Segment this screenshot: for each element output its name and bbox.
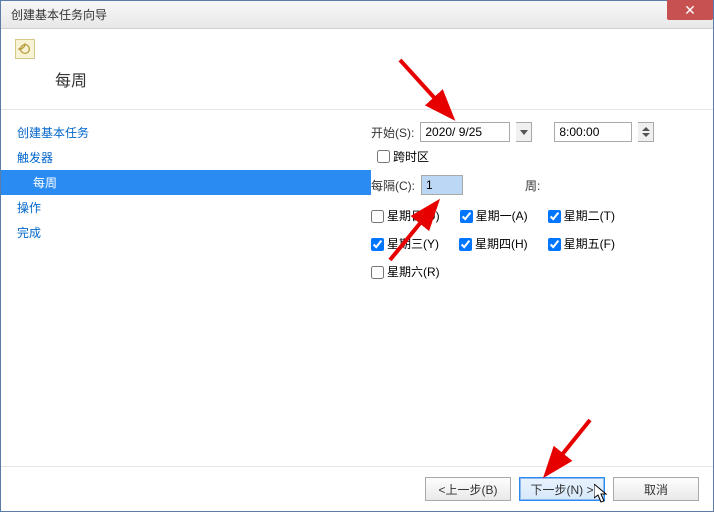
footer: <上一步(B) 下一步(N) > 取消 <box>1 466 713 511</box>
day-wed-label: 星期三(Y) <box>387 233 439 255</box>
day-sun-label: 星期日(U) <box>387 205 440 227</box>
wizard-window: 创建基本任务向导 ✕ 每周 创建基本任务 触发器 每周 操作 完成 开始(S):… <box>0 0 714 512</box>
sidebar-item-finish[interactable]: 完成 <box>1 220 371 245</box>
close-button[interactable]: ✕ <box>667 0 713 20</box>
sidebar-item-weekly[interactable]: 每周 <box>1 170 371 195</box>
start-label: 开始(S): <box>371 124 414 141</box>
content-pane: 开始(S): 2020/ 9/25 8:00:00 跨时区 每隔(C): 1 <box>371 110 713 466</box>
crosstz-label: 跨时区 <box>393 148 429 165</box>
day-wed-input[interactable] <box>371 238 384 251</box>
time-value: 8:00:00 <box>559 125 599 139</box>
interval-row: 每隔(C): 1 周: <box>371 175 699 195</box>
interval-label: 每隔(C): <box>371 177 415 194</box>
chevron-down-icon <box>520 130 528 135</box>
day-fri-label: 星期五(F) <box>564 233 615 255</box>
day-sat[interactable]: 星期六(R) <box>371 261 440 283</box>
crosstz-input[interactable] <box>377 150 390 163</box>
day-sun-input[interactable] <box>371 210 384 223</box>
back-button[interactable]: <上一步(B) <box>425 477 511 501</box>
day-fri[interactable]: 星期五(F) <box>548 233 615 255</box>
interval-value: 1 <box>426 178 433 192</box>
interval-input[interactable]: 1 <box>421 175 463 195</box>
next-button[interactable]: 下一步(N) > <box>519 477 605 501</box>
window-title: 创建基本任务向导 <box>11 6 107 23</box>
date-dropdown[interactable] <box>516 122 532 142</box>
sidebar: 创建基本任务 触发器 每周 操作 完成 <box>1 110 371 466</box>
day-tue-label: 星期二(T) <box>564 205 615 227</box>
day-mon-input[interactable] <box>460 210 473 223</box>
day-sat-input[interactable] <box>371 266 384 279</box>
date-input[interactable]: 2020/ 9/25 <box>420 122 510 142</box>
day-thu[interactable]: 星期四(H) <box>459 233 528 255</box>
sidebar-item-create-task[interactable]: 创建基本任务 <box>1 120 371 145</box>
day-sat-label: 星期六(R) <box>387 261 440 283</box>
sidebar-item-action[interactable]: 操作 <box>1 195 371 220</box>
header-section: 每周 <box>1 29 713 110</box>
day-thu-input[interactable] <box>459 238 472 251</box>
titlebar: 创建基本任务向导 ✕ <box>1 1 713 29</box>
day-fri-input[interactable] <box>548 238 561 251</box>
cancel-button[interactable]: 取消 <box>613 477 699 501</box>
spinner-up-icon <box>642 127 650 131</box>
wizard-icon <box>15 39 35 59</box>
day-mon-label: 星期一(A) <box>476 205 528 227</box>
day-mon[interactable]: 星期一(A) <box>460 205 528 227</box>
weeks-label: 周: <box>525 177 540 194</box>
day-sun[interactable]: 星期日(U) <box>371 205 440 227</box>
day-wed[interactable]: 星期三(Y) <box>371 233 439 255</box>
days-row: 星期日(U) 星期一(A) 星期二(T) 星期三(Y) 星期四(H) 星期五(F… <box>371 205 699 283</box>
close-icon: ✕ <box>684 2 696 19</box>
sidebar-item-trigger[interactable]: 触发器 <box>1 145 371 170</box>
time-spinner[interactable] <box>638 122 654 142</box>
start-row: 开始(S): 2020/ 9/25 8:00:00 跨时区 <box>371 122 699 165</box>
time-input[interactable]: 8:00:00 <box>554 122 632 142</box>
crosstz-checkbox[interactable]: 跨时区 <box>377 148 429 165</box>
day-tue[interactable]: 星期二(T) <box>548 205 615 227</box>
date-value: 2020/ 9/25 <box>425 125 482 139</box>
day-thu-label: 星期四(H) <box>475 233 528 255</box>
body: 创建基本任务 触发器 每周 操作 完成 开始(S): 2020/ 9/25 8:… <box>1 110 713 466</box>
spinner-down-icon <box>642 133 650 137</box>
page-title: 每周 <box>55 67 699 91</box>
day-tue-input[interactable] <box>548 210 561 223</box>
